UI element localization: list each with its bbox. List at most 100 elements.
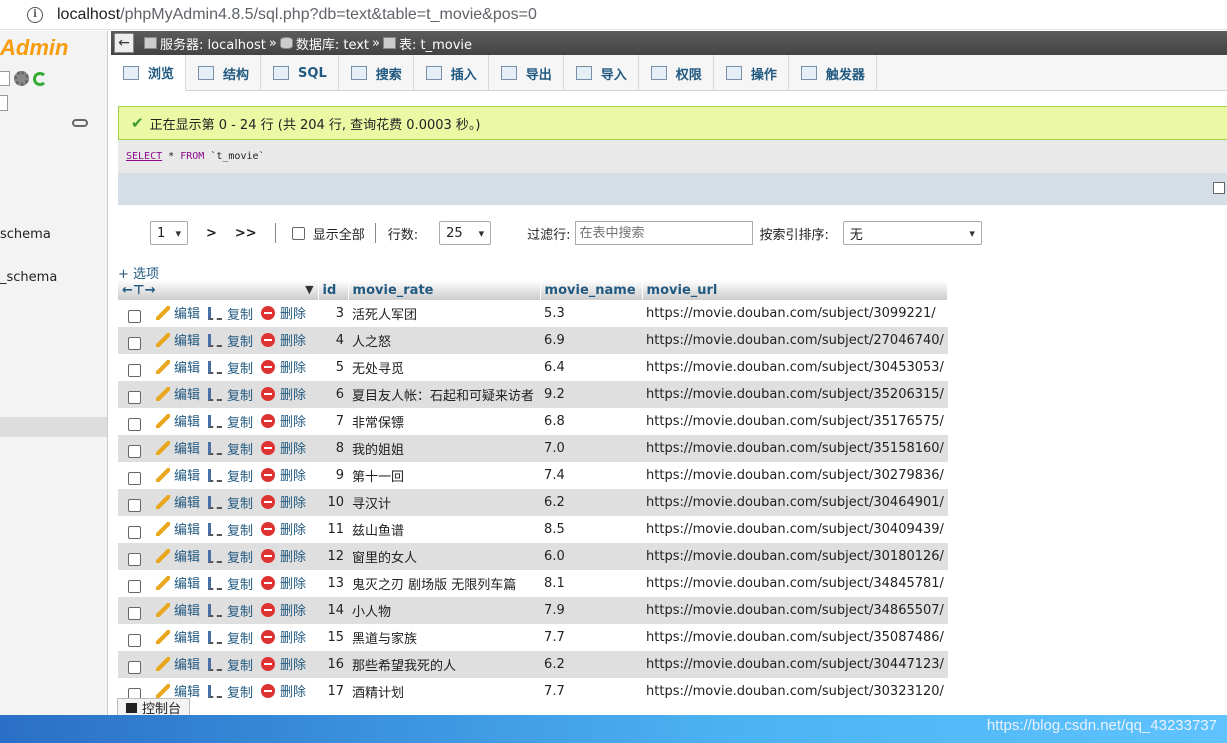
table-row[interactable]: 编辑 复制 删除 8 我的姐姐 7.0 https://movie.douban.com/s… [118, 435, 948, 462]
cell-id[interactable]: 4 [318, 327, 349, 354]
delete-button[interactable]: 删除 [261, 357, 306, 376]
cell-movie-name[interactable]: 7.7 [540, 678, 643, 705]
edit-button[interactable]: 编辑 [156, 654, 200, 673]
cell-movie-rate[interactable]: 我的姐姐 [348, 435, 541, 462]
cell-movie-name[interactable]: 6.4 [540, 354, 643, 381]
cell-movie-url[interactable]: https://movie.douban.com/subject/3515816… [642, 435, 948, 462]
cell-movie-url[interactable]: https://movie.douban.com/subject/3040943… [642, 516, 948, 543]
cell-movie-rate[interactable]: 人之怒 [348, 327, 541, 354]
cell-movie-name[interactable]: 7.4 [540, 462, 643, 489]
delete-button[interactable]: 删除 [261, 411, 306, 430]
row-checkbox[interactable] [128, 579, 141, 593]
cell-movie-url[interactable]: https://movie.douban.com/subject/3508748… [642, 624, 948, 651]
cell-movie-name[interactable]: 6.9 [540, 327, 643, 354]
edit-button[interactable]: 编辑 [156, 411, 200, 430]
cell-movie-name[interactable]: 7.9 [540, 597, 643, 624]
row-checkbox[interactable] [128, 309, 141, 323]
cell-movie-url[interactable]: https://movie.douban.com/subject/3045305… [642, 354, 948, 381]
sidebar-db-item[interactable]: _schema [0, 270, 57, 285]
tab-import[interactable]: 导入 [564, 55, 639, 91]
edit-button[interactable]: 编辑 [156, 627, 200, 646]
delete-button[interactable]: 删除 [261, 654, 306, 673]
tab-sql[interactable]: SQL [261, 55, 339, 91]
column-header-movie-url[interactable]: movie_url [642, 280, 949, 300]
delete-button[interactable]: 删除 [261, 546, 306, 565]
copy-button[interactable]: 复制 [208, 520, 253, 539]
cell-movie-rate[interactable]: 黑道与家族 [348, 624, 541, 651]
column-header-id[interactable]: id [318, 280, 349, 300]
column-resize-icon[interactable]: ←⊤→ [122, 283, 156, 298]
row-checkbox[interactable] [128, 525, 141, 539]
breadcrumb-database[interactable]: 数据库: text [279, 34, 369, 53]
cell-movie-url[interactable]: https://movie.douban.com/subject/2704674… [642, 327, 948, 354]
tab-triggers[interactable]: 触发器 [789, 55, 877, 91]
sort-dropdown-icon[interactable]: ▼ [305, 283, 313, 296]
reload-icon[interactable] [33, 71, 47, 86]
rows-select[interactable]: 25 ▾ [439, 221, 492, 245]
edit-button[interactable]: 编辑 [156, 465, 200, 484]
cell-movie-name[interactable]: 8.5 [540, 516, 643, 543]
delete-button[interactable]: 删除 [261, 600, 306, 619]
edit-button[interactable]: 编辑 [156, 600, 200, 619]
edit-button[interactable]: 编辑 [156, 384, 200, 403]
console-toggle[interactable]: 控制台 [117, 698, 191, 717]
row-checkbox[interactable] [128, 417, 141, 431]
delete-button[interactable]: 删除 [261, 492, 306, 511]
cell-id[interactable]: 11 [318, 516, 349, 543]
sort-by-key-select[interactable]: 无 ▾ [842, 221, 982, 245]
tab-operations[interactable]: 操作 [714, 55, 789, 91]
breadcrumb-server[interactable]: 服务器: localhost [144, 34, 266, 53]
cell-movie-rate[interactable]: 活死人军团 [348, 300, 541, 327]
cell-movie-rate[interactable]: 兹山鱼谱 [348, 516, 541, 543]
table-row[interactable]: 编辑 复制 删除 14 小人物 7.9 https://movie.douban.com/s… [118, 597, 948, 624]
cell-id[interactable]: 7 [318, 408, 349, 435]
column-header-movie-rate[interactable]: movie_rate [348, 280, 541, 300]
cell-id[interactable]: 3 [318, 300, 349, 327]
row-checkbox[interactable] [128, 552, 141, 566]
copy-button[interactable]: 复制 [208, 466, 253, 485]
home-icon[interactable] [0, 71, 10, 86]
cell-id[interactable]: 16 [318, 651, 349, 678]
collapse-arrow-icon[interactable]: ← [114, 33, 134, 53]
table-row[interactable]: 编辑 复制 删除 3 活死人军团 5.3 https://movie.douban.com/… [118, 300, 948, 327]
tab-search[interactable]: 搜索 [339, 55, 414, 91]
cell-movie-name[interactable]: 7.0 [540, 435, 643, 462]
sql-query-box[interactable]: SELECT * FROM `t_movie` [118, 140, 1227, 173]
edit-button[interactable]: 编辑 [156, 357, 200, 376]
tab-browse[interactable]: 浏览 [111, 55, 187, 91]
row-checkbox[interactable] [128, 660, 141, 674]
cell-movie-url[interactable]: https://movie.douban.com/subject/3484578… [642, 570, 948, 597]
cell-id[interactable]: 10 [318, 489, 349, 516]
cell-movie-name[interactable]: 6.8 [540, 408, 643, 435]
cell-movie-rate[interactable]: 寻汉计 [348, 489, 541, 516]
copy-button[interactable]: 复制 [208, 493, 253, 512]
edit-button[interactable]: 编辑 [156, 330, 200, 349]
table-row[interactable]: 编辑 复制 删除 4 人之怒 6.9 https://movie.douban.com/su… [118, 327, 948, 354]
site-info-icon[interactable]: i [27, 6, 43, 23]
copy-button[interactable]: 复制 [208, 412, 253, 431]
table-row[interactable]: 编辑 复制 删除 9 第十一回 7.4 https://movie.douban.com/s… [118, 462, 948, 489]
cell-movie-name[interactable]: 6.0 [540, 543, 643, 570]
delete-button[interactable]: 删除 [261, 465, 306, 484]
row-checkbox[interactable] [128, 498, 141, 512]
table-row[interactable]: 编辑 复制 删除 15 黑道与家族 7.7 https://movie.douban.com… [118, 624, 948, 651]
copy-button[interactable]: 复制 [208, 628, 253, 647]
row-checkbox[interactable] [128, 336, 141, 350]
delete-button[interactable]: 删除 [261, 438, 306, 457]
cell-movie-url[interactable]: https://movie.douban.com/subject/3046490… [642, 489, 948, 516]
tab-privileges[interactable]: 权限 [639, 55, 714, 91]
tab-structure[interactable]: 结构 [186, 55, 262, 91]
link-icon[interactable] [72, 119, 88, 127]
cell-id[interactable]: 9 [318, 462, 349, 489]
copy-button[interactable]: 复制 [208, 601, 253, 620]
copy-button[interactable]: 复制 [208, 358, 253, 377]
cell-movie-url[interactable]: https://movie.douban.com/subject/3517657… [642, 408, 948, 435]
cell-id[interactable]: 6 [318, 381, 349, 408]
last-page-button[interactable]: >> [235, 226, 257, 241]
cell-id[interactable]: 5 [318, 354, 349, 381]
copy-button[interactable]: 复制 [208, 304, 253, 323]
cell-movie-rate[interactable]: 窗里的女人 [348, 543, 541, 570]
column-header-movie-name[interactable]: movie_name [540, 280, 643, 300]
edit-button[interactable]: 编辑 [156, 519, 200, 538]
delete-button[interactable]: 删除 [261, 573, 306, 592]
